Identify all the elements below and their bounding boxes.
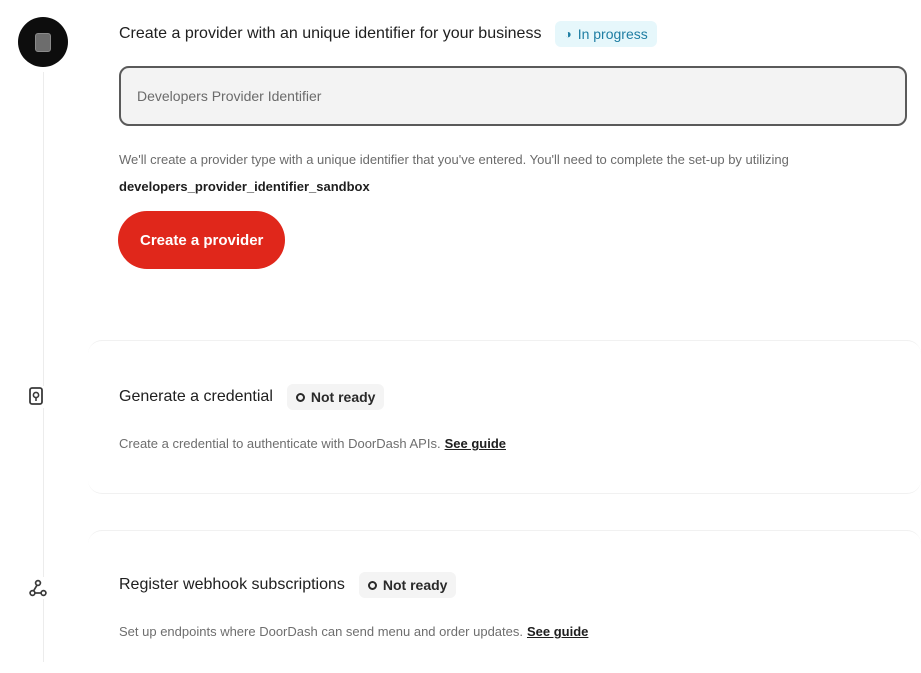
status-badge: Not ready (286, 384, 385, 410)
step-header-create-provider: Create a provider with an unique identif… (119, 21, 657, 47)
help-text: We'll create a provider type with a uniq… (119, 146, 894, 200)
provider-identifier-input[interactable] (121, 68, 905, 124)
step-description: Create a credential to authenticate with… (119, 436, 506, 451)
step-title: Register webhook subscriptions (119, 576, 345, 593)
see-guide-link[interactable]: See guide (445, 436, 506, 451)
step-card-generate-credential (88, 340, 921, 494)
step-header-register-webhooks: Register webhook subscriptions Not ready (119, 572, 457, 598)
step-description: Set up endpoints where DoorDash can send… (119, 624, 588, 639)
provider-identifier-field (119, 66, 907, 126)
step-card-register-webhooks (88, 530, 921, 673)
description-text: Set up endpoints where DoorDash can send… (119, 624, 523, 639)
half-circle-icon: ◑ (564, 27, 572, 41)
step-rail (43, 72, 44, 662)
help-text-prefix: We'll create a provider type with a uniq… (119, 152, 789, 167)
webhook-icon (27, 577, 49, 599)
status-label: Not ready (382, 577, 448, 593)
step-title: Generate a credential (119, 388, 273, 405)
provider-icon (18, 17, 68, 67)
see-guide-link[interactable]: See guide (527, 624, 588, 639)
provider-code: developers_provider_identifier_sandbox (119, 179, 370, 194)
status-badge: Not ready (358, 572, 457, 598)
ring-icon (367, 580, 377, 590)
ring-icon (295, 392, 305, 402)
step-title: Create a provider with an unique identif… (119, 25, 542, 42)
status-badge: ◑ In progress (555, 21, 657, 47)
setup-steps-page: Create a provider with an unique identif… (0, 0, 921, 673)
description-text: Create a credential to authenticate with… (119, 436, 441, 451)
status-label: Not ready (310, 389, 376, 405)
key-icon (26, 386, 48, 408)
step-header-generate-credential: Generate a credential Not ready (119, 384, 385, 410)
create-provider-button[interactable]: Create a provider (118, 211, 286, 269)
status-label: In progress (577, 26, 648, 42)
